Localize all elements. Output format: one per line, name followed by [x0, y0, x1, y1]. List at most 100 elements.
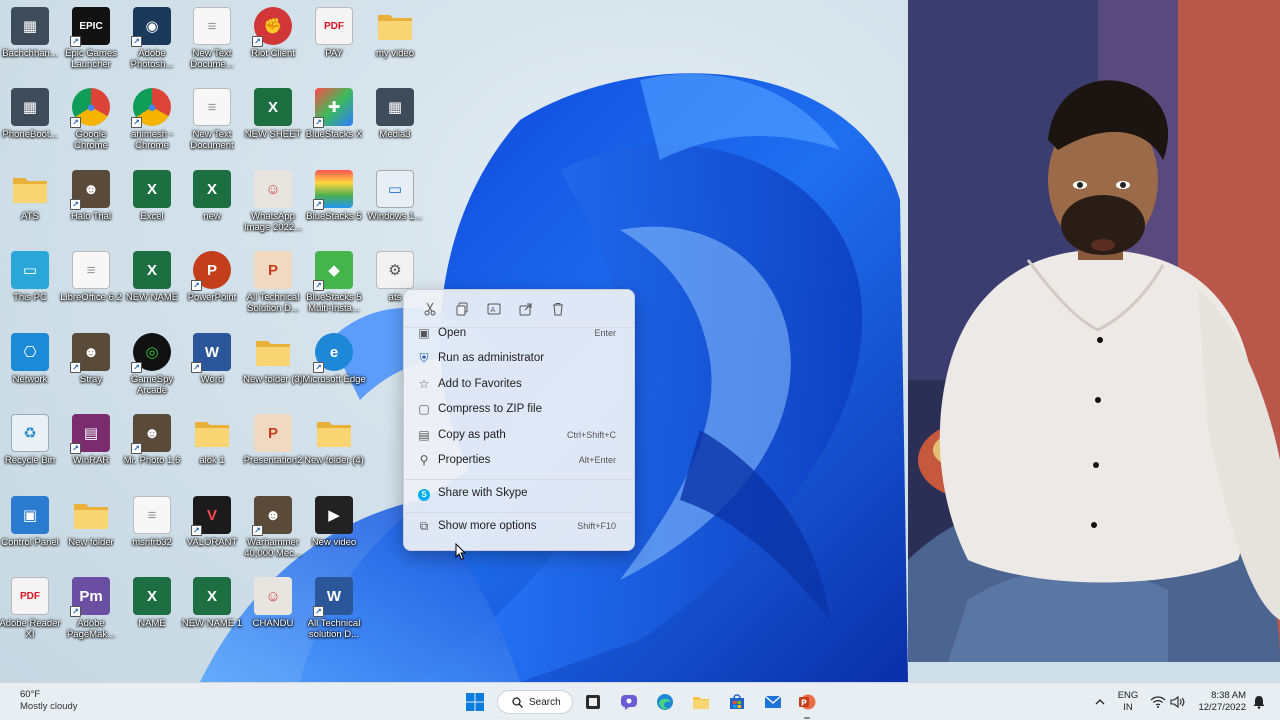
desktop-icon-stray[interactable]: ☻ ↗ Stray: [59, 333, 123, 385]
desktop-icon-excel[interactable]: X Excel: [120, 170, 184, 222]
edge-taskbar-button[interactable]: [653, 690, 677, 714]
desktop-icon-halo-trial[interactable]: ☻ ↗ Halo Trial: [59, 170, 123, 222]
delete-icon[interactable]: [542, 295, 574, 323]
desktop-icon-warhammer-40-000-mec[interactable]: ☻ ↗ Warhammer 40,000 Mec...: [241, 496, 305, 559]
word-app-icon: W ↗: [191, 333, 231, 373]
menu-item-properties[interactable]: ⚲ Properties Alt+Enter: [410, 448, 630, 472]
pdf-app-icon: PDF: [11, 577, 49, 615]
rename-icon[interactable]: A: [478, 295, 510, 323]
mail-button[interactable]: [761, 690, 785, 714]
desktop-icon-mr-photo-1-6[interactable]: ☻ ↗ Mr. Photo 1.6: [120, 414, 184, 466]
desktop-icon-new-name[interactable]: X NEW NAME: [120, 251, 184, 303]
zip-icon: ▢: [418, 402, 430, 416]
desktop-icon-animesh-chrome[interactable]: ● ↗ animesh - Chrome: [120, 88, 184, 151]
desktop-icon-microsoft-edge[interactable]: e ↗ Microsoft Edge: [302, 333, 366, 385]
store-button[interactable]: [725, 690, 749, 714]
chrome-app-icon: ● ↗: [131, 88, 171, 128]
desktop-icon-label: BlueStacks 5: [306, 211, 362, 222]
desktop-icon-label: Mr. Photo 1.6: [123, 455, 181, 466]
desktop-icon-bluestacks-x[interactable]: ✚ ↗ BlueStacks X: [302, 88, 366, 140]
desktop-icon-msnfrb32[interactable]: ≡ msnfrb32: [120, 496, 184, 548]
menu-item-compress-to-zip-file[interactable]: ▢ Compress to ZIP file: [410, 397, 630, 421]
desktop-icon-adobe-reader-xi[interactable]: PDF Adobe Reader XI: [0, 577, 62, 640]
desktop-icon-media3[interactable]: ▦ Media3: [363, 88, 427, 140]
desktop-icon-all-technical-solution-d[interactable]: P All Technical Solution D...: [241, 251, 305, 314]
notification-center-button[interactable]: [1252, 695, 1266, 714]
menu-item-label: Compress to ZIP file: [438, 403, 542, 415]
menu-item-share-with-skype[interactable]: S Share with Skype: [410, 481, 630, 505]
desktop-icon-new-folder[interactable]: New folder: [59, 496, 123, 548]
desktop-icon-bluestacks-5[interactable]: ↗ BlueStacks 5: [302, 170, 366, 222]
desktop-icon-name[interactable]: X NAME: [120, 577, 184, 629]
powerpoint-taskbar-button[interactable]: P: [795, 690, 819, 719]
desktop-icon-label: ATS: [21, 211, 39, 222]
desktop-icon-presentation2[interactable]: P Presentation2: [241, 414, 305, 466]
desktop-icon-word[interactable]: W ↗ Word: [180, 333, 244, 385]
language-indicator[interactable]: ENG IN: [1116, 690, 1140, 714]
desktop-icon-recycle-bin[interactable]: ♻ Recycle Bin: [0, 414, 62, 466]
doc-app-icon: ≡: [193, 7, 231, 45]
desktop-icon-control-panel[interactable]: ▣ Control Panel: [0, 496, 62, 548]
task-view-button[interactable]: [581, 690, 605, 714]
desktop-icon-chandu[interactable]: ☺ CHANDU: [241, 577, 305, 629]
desktop-icon-new-text-docume[interactable]: ≡ New Text Docume...: [180, 7, 244, 70]
desktop-icon-bachchhan[interactable]: ▦ Bachchhan...: [0, 7, 62, 59]
desktop-icon-all-technical-solution-d[interactable]: W ↗ All Technical solution D...: [302, 577, 366, 640]
folder-app-icon: [376, 7, 414, 45]
desktop-icon-network[interactable]: ⎔ Network: [0, 333, 62, 385]
desktop-icon-new-folder-4[interactable]: New folder (4): [302, 414, 366, 466]
volume-control[interactable]: [1170, 695, 1186, 713]
share-icon[interactable]: [510, 295, 542, 323]
desktop-icon-epic-games-launcher[interactable]: EPIC ↗ Epic Games Launcher: [59, 7, 123, 70]
file-explorer-button[interactable]: [689, 690, 713, 714]
desktop-icon-powerpoint[interactable]: P ↗ PowerPoint: [180, 251, 244, 303]
copy-icon[interactable]: [446, 295, 478, 323]
clock[interactable]: 8:38 AM 12/27/2022: [1196, 690, 1246, 714]
desktop-icon-phoneboot[interactable]: ▦ PhoneBoot...: [0, 88, 62, 140]
desktop-icon-bluestacks-5-multi-insta[interactable]: ◆ ↗ BlueStacks 5 Multi-Insta...: [302, 251, 366, 314]
folder-app-icon: [193, 414, 231, 452]
desktop-icon-valorant[interactable]: V ↗ VALORANT: [180, 496, 244, 548]
network-status[interactable]: [1150, 695, 1166, 713]
menu-item-label: Run as administrator: [438, 352, 545, 364]
show-hidden-icons-button[interactable]: [1094, 695, 1106, 713]
desktop-icon-label: NAME: [138, 618, 166, 629]
desktop-icon-google-chrome[interactable]: ● ↗ Google Chrome: [59, 88, 123, 151]
desktop-icon-label: New folder (4): [304, 455, 364, 466]
desktop-icon-label: Adobe Photosh...: [130, 48, 174, 70]
desktop-icon-whatsapp-image-2022[interactable]: ☺ WhatsApp Image 2022...: [241, 170, 305, 233]
menu-item-add-to-favorites[interactable]: ☆ Add to Favorites: [410, 372, 630, 396]
desktop-icon-this-pc[interactable]: ▭ This PC: [0, 251, 62, 303]
desktop-icon-libreoffice-6-2[interactable]: ≡ LibreOffice 6.2: [59, 251, 123, 303]
desktop-icon-new-sheet[interactable]: X NEW SHEET: [241, 88, 305, 140]
menu-item-open[interactable]: ▣ Open Enter: [410, 321, 630, 345]
desktop-icon-new-video[interactable]: ▶ New video: [302, 496, 366, 548]
taskbar-search[interactable]: Search: [497, 690, 573, 714]
cut-icon[interactable]: [414, 295, 446, 323]
shortcut-arrow-icon: ↗: [313, 280, 324, 291]
desktop-icon-ats[interactable]: ATS: [0, 170, 62, 222]
desktop-icon-winrar[interactable]: ▤ ↗ WinRAR: [59, 414, 123, 466]
menu-item-show-more-options[interactable]: ⧉ Show more options Shift+F10: [410, 514, 630, 538]
desktop-icon-adobe-pagemak[interactable]: Pm ↗ Adobe PageMak...: [59, 577, 123, 640]
menu-item-run-as-administrator[interactable]: ⛨ Run as administrator: [410, 346, 630, 370]
desktop-icon-new[interactable]: Xnew: [180, 170, 244, 222]
desktop-icon-new-folder-3[interactable]: New folder (3): [241, 333, 305, 385]
gallery-app-icon: ▦: [376, 88, 414, 126]
menu-item-copy-as-path[interactable]: ▤ Copy as path Ctrl+Shift+C: [410, 423, 630, 447]
start-button[interactable]: [463, 690, 487, 714]
desktop-icon-windows-1[interactable]: ▭ Windows 1...: [363, 170, 427, 222]
desktop-icon-alok-1[interactable]: alok 1: [180, 414, 244, 466]
chat-button[interactable]: [617, 690, 641, 714]
desktop-icon-riot-client[interactable]: ✊ ↗ Riot Client: [241, 7, 305, 59]
desktop-icon-adobe-photosh[interactable]: ◉ ↗ Adobe Photosh...: [120, 7, 184, 70]
desktop-icon-gamespy-arcade[interactable]: ◎ ↗ GameSpy Arcade: [120, 333, 184, 396]
desktop-icon-new-name-1[interactable]: X NEW NAME 1: [180, 577, 244, 629]
desktop-icon-new-text-document[interactable]: ≡ New Text Document: [180, 88, 244, 151]
desktop-icon-pay[interactable]: PDF PAY: [302, 7, 366, 59]
weather-widget[interactable]: 60°F Mostly cloudy: [20, 689, 78, 713]
menu-item-label: Open: [438, 327, 467, 339]
teams-chat-icon: [621, 695, 637, 710]
desktop-icon-label: msnfrb32: [132, 537, 172, 548]
desktop-icon-my-video[interactable]: my video: [363, 7, 427, 59]
